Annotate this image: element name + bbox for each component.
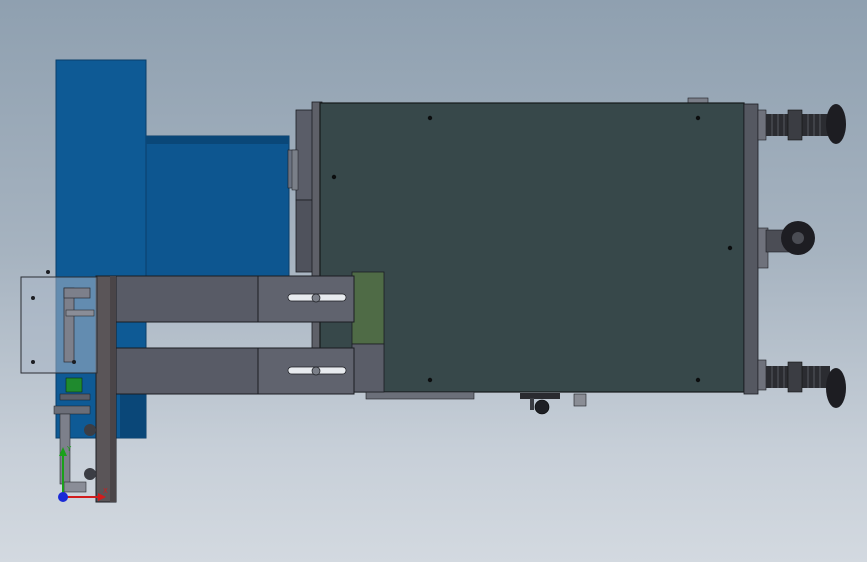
caster-wheel[interactable] [757, 221, 815, 269]
slot-bolt-icon [311, 293, 321, 303]
green-mount-plate [351, 271, 385, 345]
cabinet-bottom-rail [365, 391, 475, 400]
screw-hole [427, 115, 433, 121]
screw-hole [695, 377, 701, 383]
flange-shaft [291, 149, 299, 191]
blower-lower-band [120, 392, 146, 438]
blower-motor-shadow [146, 136, 289, 144]
screw-hole [427, 377, 433, 383]
foot-nut [787, 109, 803, 141]
knob-base [520, 393, 560, 399]
foot-pad-icon [826, 368, 846, 408]
cabinet-right-rail [743, 103, 759, 395]
x-axis-label: X [103, 487, 108, 495]
enclosure-screw [31, 360, 35, 364]
foot-nut [787, 361, 803, 393]
knob-icon[interactable] [534, 399, 550, 415]
leveling-foot-bottom[interactable] [757, 359, 846, 408]
blower-motor-body [145, 135, 290, 279]
cabinet[interactable] [311, 97, 759, 400]
screw-hole [331, 174, 337, 180]
enclosure-screw [46, 270, 50, 274]
graphics-viewport[interactable]: X Y [0, 0, 867, 562]
drain-elbow [63, 481, 87, 493]
pipe-horizontal [65, 309, 95, 317]
foot-pad-icon [826, 104, 846, 144]
valve-stem [59, 393, 91, 401]
foot-mount-plate [757, 359, 767, 391]
small-fitting [573, 393, 587, 407]
enclosure-screw [72, 360, 76, 364]
leveling-foot-top[interactable] [757, 104, 846, 144]
pipe-elbow [63, 287, 91, 299]
bottom-knobs[interactable] [520, 393, 587, 415]
pipe-vertical [63, 287, 75, 363]
support-arms[interactable] [95, 275, 355, 503]
foot-mount-plate [757, 109, 767, 141]
mount-bracket-lower [351, 343, 385, 393]
pivot-plate-edge [110, 276, 116, 502]
clamp-lower [53, 405, 91, 415]
caster-hub [792, 232, 804, 244]
y-axis-label: Y [66, 445, 72, 453]
slot-bolt-icon [311, 366, 321, 376]
arm-lower [109, 347, 259, 395]
wingnut-icon [84, 424, 96, 436]
wingnut-icon [84, 468, 96, 480]
z-axis-dot-icon [58, 492, 68, 502]
knob-stem [530, 398, 534, 410]
screw-hole [727, 245, 733, 251]
green-valve [65, 377, 83, 393]
arm-upper [109, 275, 259, 323]
cad-model-view[interactable]: X Y [0, 0, 867, 562]
screw-hole [695, 115, 701, 121]
enclosure-screw [31, 296, 35, 300]
